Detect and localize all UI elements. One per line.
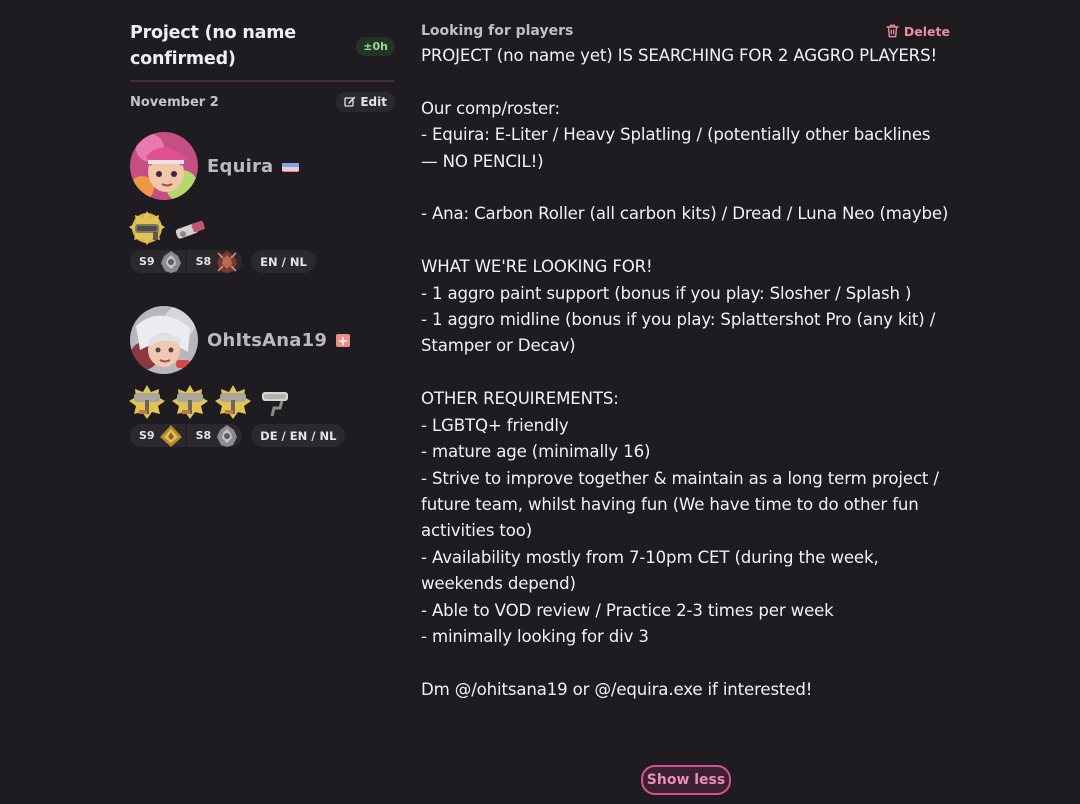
post-type-label: Looking for players (421, 23, 574, 39)
post-date: November 2 (130, 94, 219, 110)
delete-button[interactable]: Delete (886, 24, 951, 39)
silver-rank-icon (160, 250, 181, 273)
weapon-pool (129, 210, 395, 247)
edit-icon (344, 96, 356, 107)
timezone-badge: ±0h (356, 37, 395, 56)
team-title: Project (no name confirmed) (130, 23, 296, 69)
member-tags: S9 S8 DE / EN / NL (130, 424, 395, 447)
season-label: S9 (139, 255, 155, 268)
season-rank: S8 (185, 250, 243, 273)
season-rank: S9 (130, 424, 186, 447)
roller-badge-icon (172, 384, 209, 421)
divider (130, 80, 395, 82)
season-ranks: S9 S8 (130, 424, 243, 447)
carbon-roller-icon (258, 384, 295, 421)
post-header: Looking for players Delete (421, 20, 951, 42)
trash-icon (886, 24, 899, 38)
post-content: Looking for players Delete PROJECT (no n… (421, 20, 951, 703)
language-badge: EN / NL (251, 250, 316, 273)
member-card: OhItsAna19 S9 S8 DE / EN / NL (129, 306, 395, 447)
date-row: November 2 Edit (130, 92, 395, 112)
member-tags: S9 S8 EN / NL (130, 250, 395, 273)
team-sidebar: Project (no name confirmed) ±0h November… (129, 20, 395, 447)
splatling-badge-icon (129, 210, 166, 247)
avatar[interactable] (130, 132, 198, 200)
season-rank: S8 (185, 424, 243, 447)
avatar[interactable] (130, 306, 198, 374)
bronze-rank-icon (217, 250, 238, 273)
member-card: Equira S9 S8 EN / NL (129, 132, 395, 273)
gold-rank-icon (159, 424, 182, 447)
silver-rank-icon (217, 424, 238, 447)
season-label: S9 (139, 429, 155, 442)
team-header: Project (no name confirmed) ±0h (130, 20, 395, 72)
season-rank: S9 (130, 250, 186, 273)
show-less-button[interactable]: Show less (641, 765, 731, 795)
member-header: OhItsAna19 (130, 306, 395, 374)
member-name[interactable]: Equira (207, 156, 273, 177)
edit-button[interactable]: Edit (336, 92, 395, 112)
season-ranks: S9 S8 (130, 250, 243, 273)
hydra-splatling-icon (172, 210, 209, 247)
season-label: S8 (195, 429, 212, 442)
language-badge: DE / EN / NL (251, 424, 346, 447)
weapon-pool (129, 384, 395, 421)
blue-pink-flag-icon (282, 160, 300, 172)
member-name[interactable]: OhItsAna19 (207, 330, 327, 351)
season-label: S8 (195, 255, 212, 268)
delete-label: Delete (903, 23, 950, 39)
roller-badge-icon (215, 384, 252, 421)
post-body: PROJECT (no name yet) IS SEARCHING FOR 2… (421, 46, 949, 699)
edit-label: Edit (360, 95, 387, 109)
roller-badge-icon (129, 384, 166, 421)
pink-flag-icon (336, 333, 351, 347)
member-header: Equira (130, 132, 395, 200)
